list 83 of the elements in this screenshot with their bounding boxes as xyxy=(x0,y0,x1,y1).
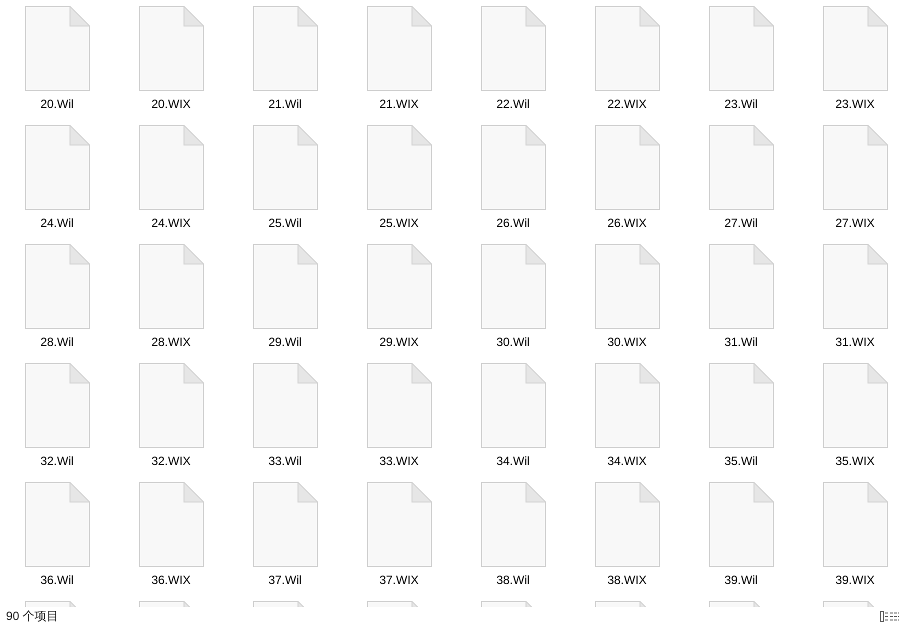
file-name[interactable]: 39.Wil xyxy=(724,572,758,588)
file-icon[interactable] xyxy=(708,363,774,448)
file-name[interactable]: 28.Wil xyxy=(40,334,74,350)
file-name[interactable]: 24.Wil xyxy=(40,215,74,231)
file-icon[interactable] xyxy=(366,363,432,448)
file-name[interactable]: 33.WIX xyxy=(379,453,419,469)
file-icon[interactable] xyxy=(822,125,888,210)
details-view-icon[interactable] xyxy=(880,610,888,622)
file-name[interactable]: 23.Wil xyxy=(724,96,758,112)
file-icon[interactable] xyxy=(822,6,888,91)
file-name[interactable]: 31.Wil xyxy=(724,334,758,350)
file-icon[interactable] xyxy=(138,6,204,91)
file-icon[interactable] xyxy=(366,244,432,329)
file-icon[interactable] xyxy=(480,482,546,567)
file-name[interactable]: 36.WIX xyxy=(151,572,191,588)
file-name[interactable]: 27.WIX xyxy=(835,215,875,231)
file-icon[interactable] xyxy=(252,363,318,448)
file-name[interactable]: 34.WIX xyxy=(607,453,647,469)
file-name[interactable]: 21.WIX xyxy=(379,96,419,112)
file-name[interactable]: 27.Wil xyxy=(724,215,758,231)
file-name[interactable]: 34.Wil xyxy=(496,453,530,469)
file-icon[interactable] xyxy=(480,6,546,91)
file-name[interactable]: 20.WIX xyxy=(151,96,191,112)
file-name[interactable]: 21.Wil xyxy=(268,96,302,112)
file-icon[interactable] xyxy=(138,363,204,448)
file-icon[interactable] xyxy=(594,244,660,329)
file-name[interactable]: 36.Wil xyxy=(40,572,74,588)
list-view-icon[interactable] xyxy=(890,610,899,622)
file-name[interactable]: 23.WIX xyxy=(835,96,875,112)
file-name[interactable]: 38.WIX xyxy=(607,572,647,588)
item-count: 90 个项目 xyxy=(6,608,59,624)
file-icon[interactable] xyxy=(822,363,888,448)
file-icon[interactable] xyxy=(366,125,432,210)
file-icon[interactable] xyxy=(822,482,888,567)
file-name[interactable]: 20.Wil xyxy=(40,96,74,112)
file-icon[interactable] xyxy=(708,482,774,567)
file-icon[interactable] xyxy=(138,244,204,329)
file-name[interactable]: 22.WIX xyxy=(607,96,647,112)
file-name[interactable]: 32.Wil xyxy=(40,453,74,469)
file-name[interactable]: 35.WIX xyxy=(835,453,875,469)
file-name[interactable]: 26.WIX xyxy=(607,215,647,231)
file-name[interactable]: 25.Wil xyxy=(268,215,302,231)
file-icon[interactable] xyxy=(138,482,204,567)
file-icon[interactable] xyxy=(594,482,660,567)
file-icon[interactable] xyxy=(24,244,90,329)
file-icon[interactable] xyxy=(252,125,318,210)
file-icon[interactable] xyxy=(138,125,204,210)
file-name[interactable]: 22.Wil xyxy=(496,96,530,112)
file-name[interactable]: 32.WIX xyxy=(151,453,191,469)
file-icon[interactable] xyxy=(594,125,660,210)
file-name[interactable]: 31.WIX xyxy=(835,334,875,350)
file-name[interactable]: 37.Wil xyxy=(268,572,302,588)
file-icon[interactable] xyxy=(252,482,318,567)
file-icon[interactable] xyxy=(708,125,774,210)
file-name[interactable]: 30.WIX xyxy=(607,334,647,350)
file-name[interactable]: 29.Wil xyxy=(268,334,302,350)
file-name[interactable]: 30.Wil xyxy=(496,334,530,350)
file-icon[interactable] xyxy=(594,6,660,91)
file-name[interactable]: 38.Wil xyxy=(496,572,530,588)
file-icon[interactable] xyxy=(822,244,888,329)
file-icon[interactable] xyxy=(594,363,660,448)
file-name[interactable]: 33.Wil xyxy=(268,453,302,469)
file-name[interactable]: 24.WIX xyxy=(151,215,191,231)
file-icon[interactable] xyxy=(24,6,90,91)
file-icon[interactable] xyxy=(24,482,90,567)
file-icon[interactable] xyxy=(24,125,90,210)
file-icon[interactable] xyxy=(480,125,546,210)
file-name[interactable]: 37.WIX xyxy=(379,572,419,588)
file-icon[interactable] xyxy=(24,363,90,448)
file-name[interactable]: 25.WIX xyxy=(379,215,419,231)
file-name[interactable]: 28.WIX xyxy=(151,334,191,350)
file-icon[interactable] xyxy=(708,244,774,329)
file-icon[interactable] xyxy=(252,244,318,329)
file-icon[interactable] xyxy=(252,6,318,91)
file-name[interactable]: 26.Wil xyxy=(496,215,530,231)
file-icon[interactable] xyxy=(366,6,432,91)
file-name[interactable]: 39.WIX xyxy=(835,572,875,588)
file-icon[interactable] xyxy=(366,482,432,567)
file-icon[interactable] xyxy=(480,363,546,448)
file-icon[interactable] xyxy=(708,6,774,91)
file-icon[interactable] xyxy=(480,244,546,329)
file-name[interactable]: 35.Wil xyxy=(724,453,758,469)
file-name[interactable]: 29.WIX xyxy=(379,334,419,350)
